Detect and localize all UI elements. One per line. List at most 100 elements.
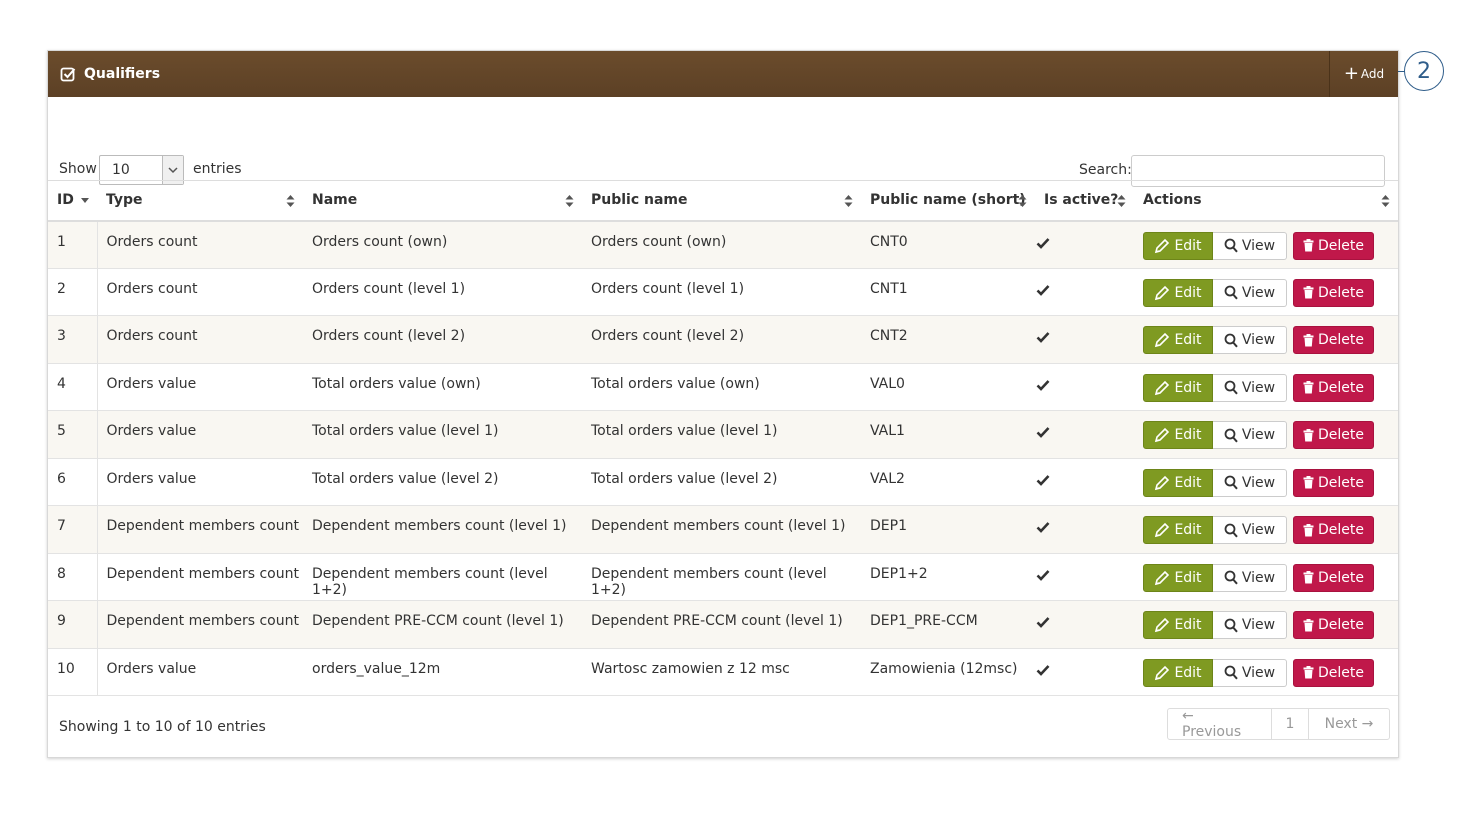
cell-is-active (1035, 411, 1134, 459)
checkmark-icon (1036, 332, 1050, 343)
table-row: 8 Dependent members count Dependent member… (48, 553, 1398, 601)
edit-button[interactable]: Edit (1143, 421, 1213, 449)
table-row: 10 Orders value orders_value_12m Wartosc za… (48, 648, 1398, 696)
delete-button[interactable]: Delete (1293, 373, 1374, 402)
view-button-label: View (1241, 617, 1276, 633)
cell-id: 6 (48, 458, 98, 506)
pencil-icon (1155, 665, 1170, 680)
edit-button[interactable]: Edit (1143, 611, 1213, 639)
view-button[interactable]: View (1213, 516, 1287, 544)
sort-icon (286, 195, 295, 207)
trash-icon (1303, 239, 1314, 252)
pencil-icon (1155, 427, 1170, 443)
delete-button[interactable]: Delete (1293, 231, 1374, 260)
edit-button[interactable]: Edit (1143, 373, 1213, 402)
search-icon (1224, 380, 1238, 395)
table-row: 6 Orders value Total orders value (level 2… (48, 458, 1398, 506)
column-header-actions[interactable]: Actions (1134, 181, 1398, 221)
delete-button[interactable]: Delete (1293, 278, 1374, 307)
cell-public-name: Total orders value (level 1) (591, 423, 778, 439)
add-button-label: Add (1360, 67, 1385, 81)
table-header-row: ID Type Name Public name Public name (sh… (48, 180, 1398, 221)
pencil-icon (1155, 522, 1170, 538)
search-icon (1224, 523, 1238, 537)
cell-actions: Edit View Delete (1134, 316, 1398, 364)
column-header-name[interactable]: Name (303, 181, 582, 221)
table-row: 4 Orders value Total orders value (own) Tot… (48, 363, 1398, 411)
cell-actions: Edit View Delete (1134, 601, 1398, 649)
delete-button[interactable]: Delete (1293, 326, 1374, 354)
cell-actions: Edit View Delete (1134, 458, 1398, 506)
view-button[interactable]: View (1213, 611, 1287, 639)
cell-name: Dependent members count (level 1) (312, 518, 567, 534)
delete-button[interactable]: Delete (1293, 611, 1374, 639)
cell-actions: Edit View Delete (1134, 648, 1398, 696)
trash-icon (1303, 381, 1314, 394)
edit-button[interactable]: Edit (1143, 468, 1213, 497)
view-button[interactable]: View (1213, 278, 1287, 307)
cell-id: 9 (48, 600, 98, 648)
cell-is-active (1035, 648, 1134, 696)
delete-button[interactable]: Delete (1293, 468, 1374, 497)
view-button-label: View (1241, 474, 1276, 491)
cell-actions: Edit View Delete (1134, 506, 1398, 554)
edit-button-label: Edit (1174, 427, 1202, 443)
cell-type: Orders value (106, 660, 197, 677)
sort-icon (565, 195, 574, 207)
delete-button[interactable]: Delete (1293, 563, 1374, 592)
view-button[interactable]: View (1213, 231, 1287, 260)
page-1-button[interactable]: 1 (1272, 709, 1309, 739)
column-header-public-name-short[interactable]: Public name (short) (861, 181, 1035, 221)
next-page-button[interactable]: Next → (1309, 709, 1389, 739)
delete-button[interactable]: Delete (1293, 516, 1374, 544)
column-header-is-active[interactable]: Is active? (1035, 181, 1134, 221)
edit-button[interactable]: Edit (1143, 278, 1213, 307)
view-button[interactable]: View (1213, 468, 1287, 497)
cell-name: Dependent members count (level 1+2) (312, 565, 548, 598)
cell-public-name: Orders count (level 2) (591, 328, 745, 344)
edit-button-label: Edit (1174, 379, 1202, 396)
trash-icon (1303, 428, 1314, 441)
delete-button-label: Delete (1318, 332, 1364, 348)
table-info: Showing 1 to 10 of 10 entries (59, 719, 266, 735)
delete-button-label: Delete (1318, 522, 1364, 538)
pagination: ← Previous 1 Next → (1167, 708, 1390, 740)
view-button[interactable]: View (1213, 563, 1287, 592)
column-header-id[interactable]: ID (48, 181, 97, 221)
column-header-public-name[interactable]: Public name (582, 181, 861, 221)
edit-button[interactable]: Edit (1143, 326, 1213, 354)
edit-button-label: Edit (1174, 569, 1202, 586)
delete-button-label: Delete (1318, 617, 1364, 633)
cell-id: 5 (48, 410, 98, 458)
view-button[interactable]: View (1213, 326, 1287, 354)
previous-page-button[interactable]: ← Previous (1168, 708, 1272, 740)
edit-button[interactable]: Edit (1143, 563, 1213, 592)
view-button[interactable]: View (1213, 373, 1287, 402)
table-row: 1 Orders count Orders count (own) Orders co… (48, 220, 1398, 269)
cell-actions: Edit View Delete (1134, 411, 1398, 459)
edit-button-label: Edit (1174, 522, 1202, 538)
delete-button-label: Delete (1318, 664, 1364, 681)
edit-button[interactable]: Edit (1143, 658, 1213, 687)
view-button[interactable]: View (1213, 421, 1287, 449)
cell-is-active (1035, 221, 1134, 269)
delete-button-label: Delete (1318, 569, 1364, 586)
column-header-type[interactable]: Type (97, 181, 303, 221)
cell-public-name: Dependent members count (level 1+2) (591, 565, 827, 598)
cell-short: VAL1 (870, 423, 905, 439)
cell-name: Dependent PRE-CCM count (level 1) (312, 613, 564, 629)
cell-type: Orders count (106, 280, 198, 297)
delete-button-label: Delete (1318, 474, 1364, 491)
delete-button-label: Delete (1318, 427, 1364, 443)
delete-button[interactable]: Delete (1293, 658, 1374, 687)
add-button[interactable]: + Add (1329, 51, 1398, 97)
trash-icon (1303, 333, 1314, 346)
cell-short: DEP1+2 (870, 565, 928, 582)
view-button-label: View (1241, 522, 1276, 538)
edit-button[interactable]: Edit (1143, 516, 1213, 544)
view-button[interactable]: View (1213, 658, 1287, 687)
edit-button[interactable]: Edit (1143, 231, 1213, 260)
cell-type: Orders value (106, 375, 197, 392)
delete-button[interactable]: Delete (1293, 421, 1374, 449)
entries-select-value: 10 (112, 162, 130, 178)
